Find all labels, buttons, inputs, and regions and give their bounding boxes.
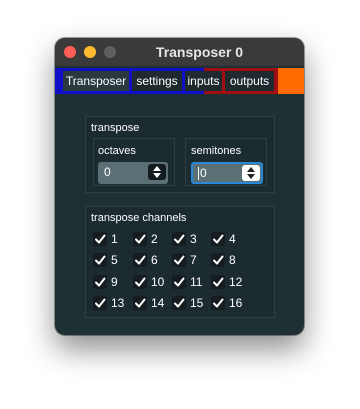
tab-settings[interactable]: settings [132, 71, 182, 91]
checkmark-icon[interactable] [172, 253, 186, 267]
channel-label: 11 [190, 275, 203, 289]
channel-label: 10 [151, 275, 165, 289]
transpose-section-label: transpose [91, 122, 140, 134]
channel-label: 14 [151, 296, 165, 310]
semitones-label: semitones [191, 145, 242, 157]
octaves-stepper[interactable] [148, 164, 166, 180]
checkmark-icon[interactable] [93, 296, 107, 310]
checkmark-icon[interactable] [211, 275, 225, 289]
increment-arrow-icon[interactable] [153, 166, 161, 171]
octaves-value[interactable]: 0 [104, 165, 144, 179]
tab-inputs[interactable]: inputs [185, 71, 222, 91]
channels-section-label: transpose channels [91, 212, 187, 224]
channel-label: 13 [111, 296, 125, 310]
checkmark-icon[interactable] [211, 253, 225, 267]
checkmark-icon[interactable] [93, 275, 107, 289]
channel-label: 8 [229, 253, 236, 267]
decrement-arrow-icon[interactable] [247, 174, 255, 179]
checkmark-icon[interactable] [211, 232, 225, 246]
channel-label: 15 [190, 296, 204, 310]
checkmark-icon[interactable] [133, 275, 147, 289]
semitones-number-field[interactable]: 0 [191, 162, 263, 184]
channel-label: 9 [111, 275, 118, 289]
channel-label: 1 [111, 232, 118, 246]
increment-arrow-icon[interactable] [247, 167, 255, 172]
decrement-arrow-icon[interactable] [153, 173, 161, 178]
text-caret [198, 167, 199, 180]
tab-bar-outputs-segment [278, 68, 304, 94]
semitones-value[interactable]: 0 [200, 166, 240, 180]
semitones-stepper[interactable] [242, 165, 260, 181]
checkmark-icon[interactable] [133, 296, 147, 310]
channel-label: 16 [229, 296, 243, 310]
channel-label: 12 [229, 275, 243, 289]
checkmark-icon[interactable] [172, 275, 186, 289]
channel-label: 2 [151, 232, 158, 246]
checkmark-icon[interactable] [172, 296, 186, 310]
transposer-window: Transposer 0 Transposer settings inputs … [55, 38, 304, 335]
tab-outputs[interactable]: outputs [225, 71, 274, 91]
channel-label: 3 [190, 232, 197, 246]
tab-transposer[interactable]: Transposer [63, 71, 129, 91]
octaves-number-field[interactable]: 0 [98, 162, 168, 184]
checkmark-icon[interactable] [93, 253, 107, 267]
checkmark-icon[interactable] [133, 232, 147, 246]
channel-label: 5 [111, 253, 118, 267]
window-title: Transposer 0 [155, 44, 244, 60]
checkmark-icon[interactable] [211, 296, 225, 310]
checkmark-icon[interactable] [172, 232, 186, 246]
checkmark-icon[interactable] [133, 253, 147, 267]
channel-label: 7 [190, 253, 197, 267]
channel-label: 6 [151, 253, 158, 267]
title-bar: Transposer 0 [55, 38, 304, 66]
tab-bar: Transposer settings inputs outputs [55, 68, 304, 94]
channel-label: 4 [229, 232, 236, 246]
checkmark-icon[interactable] [93, 232, 107, 246]
octaves-label: octaves [98, 145, 136, 157]
